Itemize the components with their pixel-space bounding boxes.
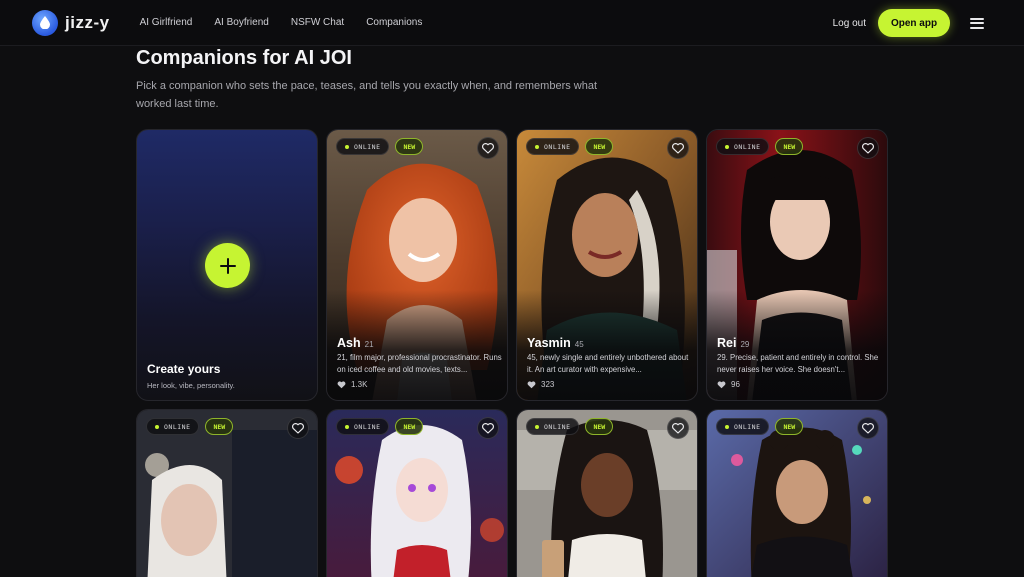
new-badge: NEW [585, 418, 614, 435]
online-badge: ONLINE [526, 138, 580, 155]
nav-link-ai-boyfriend[interactable]: AI Boyfriend [214, 17, 268, 28]
new-badge: NEW [205, 418, 234, 435]
companion-card[interactable]: ONLINE NEW [516, 409, 698, 577]
new-badge: NEW [585, 138, 614, 155]
heart-icon[interactable] [857, 137, 879, 159]
new-badge: NEW [775, 418, 804, 435]
companion-card-rei[interactable]: ONLINE NEW Rei 29 29. Precise, patient a… [706, 129, 888, 401]
plus-icon[interactable] [205, 243, 250, 288]
page-title: Companions for AI JOI [136, 47, 352, 69]
top-navbar: jizz-y AI Girlfriend AI Boyfriend NSFW C… [0, 0, 1024, 46]
heart-icon[interactable] [667, 417, 689, 439]
nav-link-companions[interactable]: Companions [366, 17, 422, 28]
create-card-subtitle: Her look, vibe, personality. [147, 381, 235, 390]
companion-age: 21 [364, 340, 374, 349]
new-badge: NEW [395, 138, 424, 155]
logo-text: jizz-y [65, 12, 110, 32]
likes-count: 1.3K [337, 380, 367, 389]
heart-icon[interactable] [287, 417, 309, 439]
open-app-button[interactable]: Open app [878, 9, 950, 37]
online-badge: ONLINE [336, 418, 390, 435]
heart-icon[interactable] [477, 417, 499, 439]
companion-description: 21, film major, professional procrastina… [337, 353, 502, 374]
online-badge: ONLINE [526, 418, 580, 435]
heart-filled-icon [717, 380, 726, 388]
nav-link-nsfw-chat[interactable]: NSFW Chat [291, 17, 344, 28]
droplet-logo-icon [32, 9, 58, 36]
page-subtitle: Pick a companion who sets the pace, teas… [136, 80, 598, 110]
new-badge: NEW [395, 418, 424, 435]
companion-card[interactable]: ONLINE NEW [136, 409, 318, 577]
likes-count: 323 [527, 380, 554, 389]
new-badge: NEW [775, 138, 804, 155]
likes-count: 96 [717, 380, 740, 389]
nav-actions: Log out Open app [833, 0, 984, 46]
companion-name: Yasmin [527, 336, 571, 350]
heart-icon[interactable] [477, 137, 499, 159]
nav-link-ai-girlfriend[interactable]: AI Girlfriend [140, 17, 193, 28]
online-badge: ONLINE [716, 138, 770, 155]
online-badge: ONLINE [716, 418, 770, 435]
hamburger-menu-icon[interactable] [970, 17, 984, 29]
heart-filled-icon [527, 380, 536, 388]
heart-filled-icon [337, 380, 346, 388]
create-card-title: Create yours [147, 362, 221, 376]
companion-name: Ash [337, 336, 361, 350]
companion-card-ash[interactable]: ONLINE NEW Ash 21 21, film major, profes… [326, 129, 508, 401]
companion-card-yasmin[interactable]: ONLINE NEW Yasmin 45 45, newly single an… [516, 129, 698, 401]
companion-name: Rei [717, 336, 737, 350]
companion-description: 29. Precise, patient and entirely in con… [717, 353, 879, 374]
logout-link[interactable]: Log out [833, 18, 866, 29]
heart-icon[interactable] [667, 137, 689, 159]
online-badge: ONLINE [146, 418, 200, 435]
companion-age: 45 [574, 340, 584, 349]
companion-card[interactable]: ONLINE NEW [326, 409, 508, 577]
nav-links: AI Girlfriend AI Boyfriend NSFW Chat Com… [140, 17, 445, 28]
online-badge: ONLINE [336, 138, 390, 155]
companion-card[interactable]: ONLINE NEW [706, 409, 888, 577]
create-companion-card[interactable]: Create yours Her look, vibe, personality… [136, 129, 318, 401]
heart-icon[interactable] [857, 417, 879, 439]
logo[interactable]: jizz-y [32, 9, 110, 36]
companion-description: 45, newly single and entirely unbothered… [527, 353, 689, 374]
companion-age: 29 [740, 340, 750, 349]
